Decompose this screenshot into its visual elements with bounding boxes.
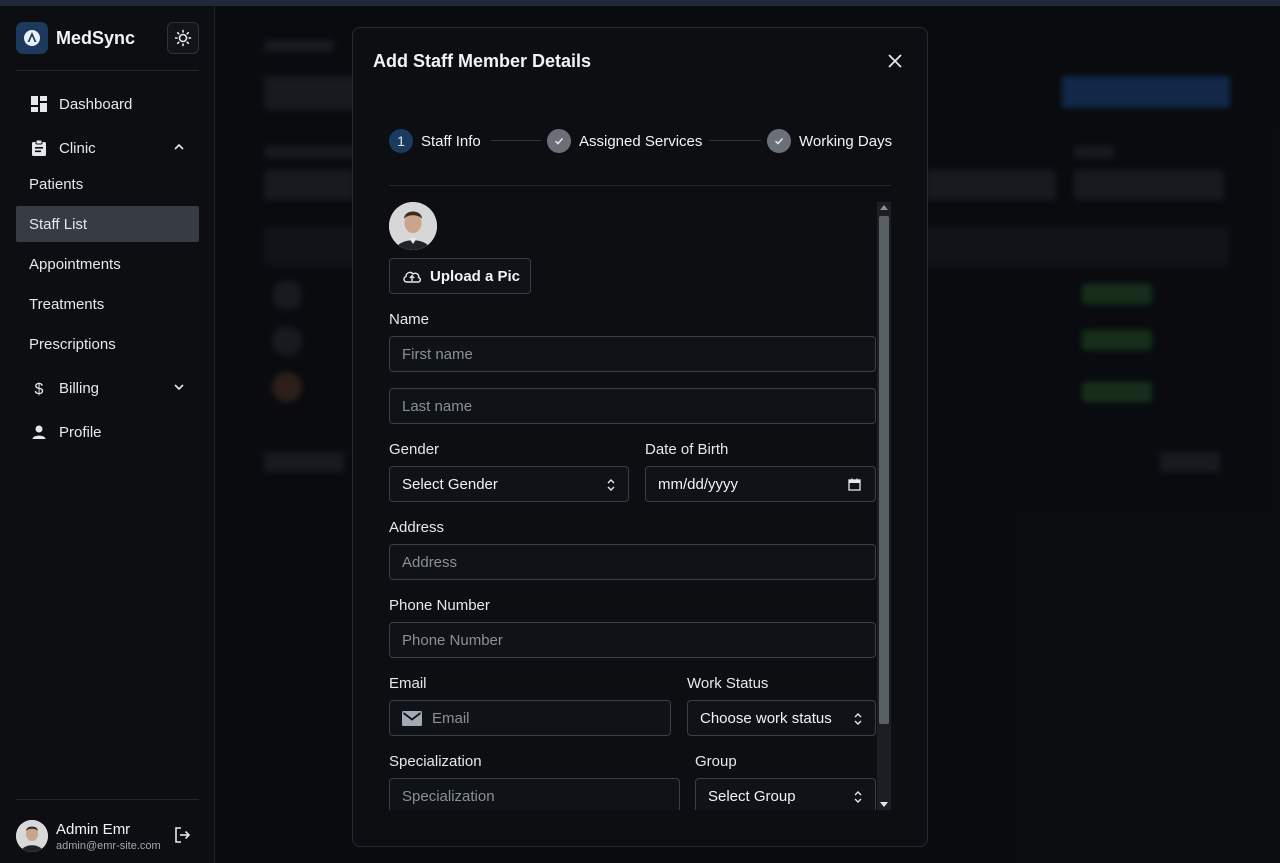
last-name-input[interactable]: Last name (389, 388, 876, 424)
email-label: Email (389, 675, 427, 692)
envelope-icon (402, 710, 422, 726)
sidebar-item-staff-list[interactable]: Staff List (16, 206, 199, 242)
user-profile[interactable]: Admin Emr admin@emr-site.com (16, 816, 199, 856)
calendar-icon[interactable] (848, 478, 861, 495)
specialization-label: Specialization (389, 753, 482, 770)
sidebar-item-treatments[interactable]: Treatments (16, 286, 199, 322)
sidebar-item-dashboard[interactable]: Dashboard (16, 86, 199, 122)
work-status-select[interactable]: Choose work status (687, 700, 876, 736)
work-status-value: Choose work status (700, 709, 832, 727)
avatar (16, 820, 48, 852)
check-icon (547, 129, 571, 153)
phone-input[interactable]: Phone Number (389, 622, 876, 658)
sidebar-item-patients[interactable]: Patients (16, 166, 199, 202)
check-icon (767, 129, 791, 153)
sidebar-item-label: Dashboard (59, 95, 133, 113)
theme-toggle-button[interactable] (167, 22, 199, 54)
modal-title: Add Staff Member Details (373, 51, 592, 71)
modal-divider (389, 185, 891, 186)
sidebar-item-label: Clinic (59, 139, 96, 157)
svg-text:$: $ (35, 381, 44, 397)
step-connector (709, 140, 761, 141)
medsync-logo-icon (16, 22, 48, 54)
upload-pic-button[interactable]: Upload a Pic (389, 258, 531, 294)
email-input[interactable]: Email (389, 700, 671, 736)
app-name: MedSync (56, 27, 136, 48)
cloud-upload-icon (403, 271, 422, 283)
stepper: 1 Staff Info Assigned Services Working D… (389, 128, 893, 154)
sidebar-divider (16, 799, 199, 800)
gender-value: Select Gender (402, 475, 498, 493)
step-staff-info[interactable]: 1 Staff Info (389, 128, 481, 154)
select-arrows-icon (606, 477, 616, 497)
sidebar-divider (16, 70, 199, 71)
add-staff-modal: Add Staff Member Details 1 Staff Info As… (352, 27, 928, 847)
group-select[interactable]: Select Group (695, 778, 876, 810)
brand[interactable]: MedSync (16, 22, 135, 54)
email-placeholder: Email (432, 709, 470, 727)
gender-label: Gender (389, 441, 440, 458)
avatar (389, 202, 437, 250)
logout-icon[interactable] (173, 826, 191, 849)
user-name: Admin Emr (56, 820, 131, 838)
user-email: admin@emr-site.com (56, 839, 161, 852)
sidebar-item-profile[interactable]: Profile (16, 414, 199, 450)
dob-label: Date of Birth (645, 441, 729, 458)
step-label: Staff Info (421, 132, 481, 150)
work-status-label: Work Status (687, 675, 769, 692)
group-value: Select Group (708, 787, 796, 805)
upload-label: Upload a Pic (430, 267, 521, 285)
clipboard-icon (28, 137, 50, 159)
dollar-icon: $ (28, 377, 50, 399)
scroll-down-icon[interactable] (880, 802, 888, 807)
gender-select[interactable]: Select Gender (389, 466, 629, 502)
group-label: Group (695, 753, 737, 770)
step-connector (491, 140, 541, 141)
step-label: Working Days (799, 132, 893, 150)
sidebar-item-appointments[interactable]: Appointments (16, 246, 199, 282)
scroll-thumb[interactable] (879, 216, 889, 724)
select-arrows-icon (853, 789, 863, 809)
step-assigned-services[interactable]: Assigned Services (547, 128, 702, 154)
dashboard-icon (28, 93, 50, 115)
close-icon[interactable] (885, 51, 905, 71)
sidebar-item-label: Profile (59, 423, 102, 441)
sidebar-item-label: Billing (59, 379, 100, 397)
dob-input[interactable]: mm/dd/yyyy (645, 466, 876, 502)
sidebar-item-prescriptions[interactable]: Prescriptions (16, 326, 199, 362)
address-label: Address (389, 519, 445, 536)
name-label: Name (389, 311, 430, 328)
person-icon (28, 421, 50, 443)
step-label: Assigned Services (579, 132, 703, 150)
chevron-down-icon (173, 380, 185, 397)
specialization-input[interactable]: Specialization (389, 778, 680, 810)
sidebar: MedSync Dashboard Clinic Patients Staff … (0, 6, 215, 863)
first-name-input[interactable]: First name (389, 336, 876, 372)
step-number: 1 (389, 129, 413, 153)
sidebar-item-clinic[interactable]: Clinic (16, 130, 199, 166)
dob-value: mm/dd/yyyy (658, 475, 739, 493)
form-scrollbar[interactable] (877, 202, 891, 810)
sun-icon (174, 29, 192, 47)
phone-label: Phone Number (389, 597, 490, 614)
sidebar-item-billing[interactable]: $ Billing (16, 370, 199, 406)
step-working-days[interactable]: Working Days (767, 128, 892, 154)
select-arrows-icon (853, 711, 863, 731)
scroll-up-icon[interactable] (880, 205, 888, 210)
chevron-up-icon (173, 140, 185, 157)
address-input[interactable]: Address (389, 544, 876, 580)
form-scroll-area: Upload a Pic Name First name Last name G… (389, 202, 891, 810)
